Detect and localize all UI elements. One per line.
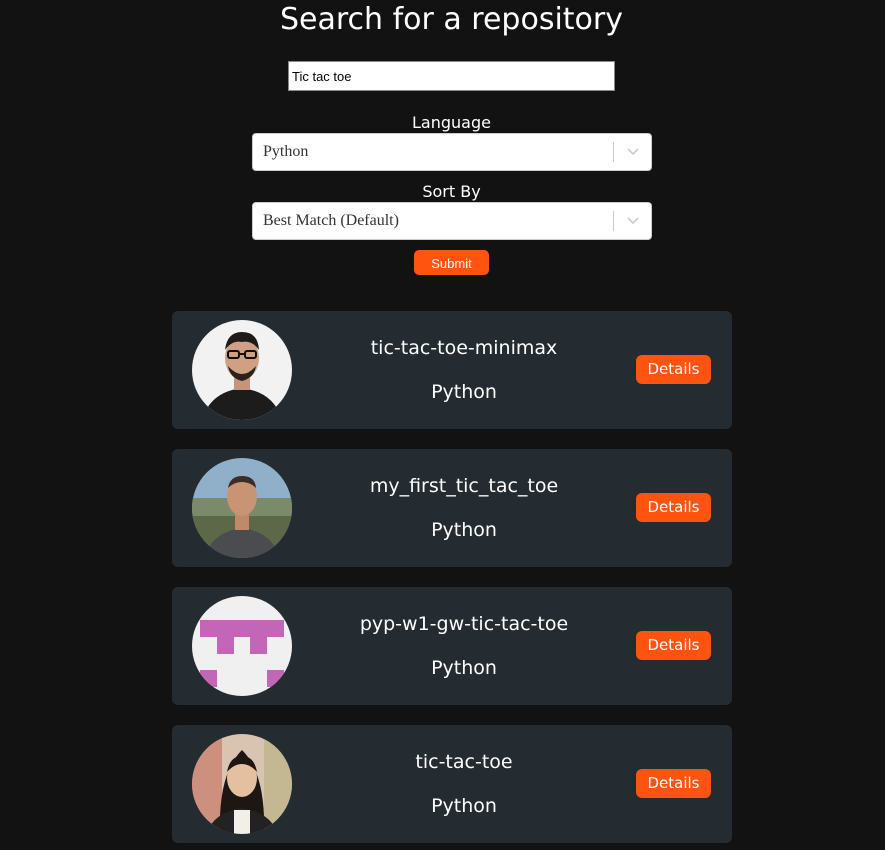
result-card: tic-tac-toe Python Details	[172, 725, 732, 843]
page-title: Search for a repository	[279, 2, 623, 37]
details-button[interactable]: Details	[636, 631, 711, 660]
search-input[interactable]	[288, 61, 615, 91]
select-separator	[613, 211, 614, 231]
page: Search for a repository Language Python …	[0, 0, 885, 850]
avatar	[192, 734, 292, 834]
repo-name: pyp-w1-gw-tic-tac-toe	[359, 613, 569, 635]
sort-select-value: Best Match (Default)	[263, 212, 399, 229]
avatar	[192, 596, 292, 696]
repo-name: tic-tac-toe	[415, 751, 513, 773]
sort-select[interactable]: Best Match (Default)	[252, 202, 652, 240]
repo-language: Python	[431, 795, 497, 817]
result-card: my_first_tic_tac_toe Python Details	[172, 449, 732, 567]
repo-language: Python	[431, 657, 497, 679]
repo-language: Python	[431, 519, 497, 541]
repo-name: my_first_tic_tac_toe	[369, 475, 559, 497]
sort-label: Sort By	[422, 182, 481, 201]
language-label: Language	[412, 113, 491, 132]
chevron-down-icon[interactable]	[626, 215, 640, 227]
repo-language: Python	[431, 381, 497, 403]
language-select-value: Python	[263, 143, 309, 160]
details-button[interactable]: Details	[636, 355, 711, 384]
avatar	[192, 320, 292, 420]
submit-button[interactable]: Submit	[414, 250, 489, 275]
result-card: tic-tac-toe-minimax Python Details	[172, 311, 732, 429]
language-select[interactable]: Python	[252, 133, 652, 171]
select-separator	[613, 142, 614, 162]
details-button[interactable]: Details	[636, 493, 711, 522]
repo-name: tic-tac-toe-minimax	[370, 337, 558, 359]
details-button[interactable]: Details	[636, 769, 711, 798]
result-card: pyp-w1-gw-tic-tac-toe Python Details	[172, 587, 732, 705]
avatar	[192, 458, 292, 558]
chevron-down-icon[interactable]	[626, 146, 640, 158]
